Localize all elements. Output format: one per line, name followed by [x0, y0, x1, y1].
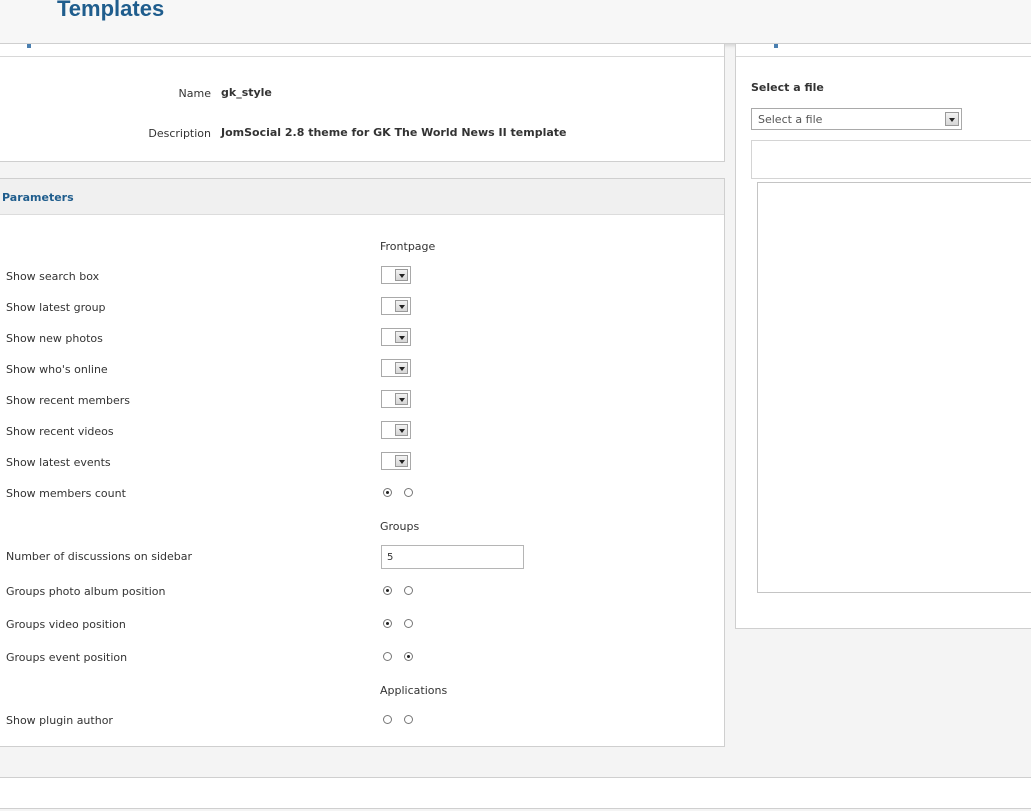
param-label: Show latest group [6, 301, 106, 314]
page-header: Templates [0, 0, 1031, 44]
frontpage-heading: Frontpage [380, 240, 436, 253]
chevron-down-icon [395, 362, 408, 374]
panel-divider [736, 56, 1031, 57]
param-label: Groups video position [6, 618, 126, 631]
chevron-down-icon [395, 393, 408, 405]
param-label: Show search box [6, 270, 100, 283]
parameters-title: Parameters [2, 191, 74, 204]
show-recent-members-select[interactable] [381, 390, 411, 408]
select-file-placeholder: Select a file [758, 113, 823, 126]
param-label: Show new photos [6, 332, 103, 345]
param-label: Show latest events [6, 456, 111, 469]
chevron-down-icon [395, 331, 408, 343]
param-label: Show who's online [6, 363, 108, 376]
show-whos-online-select[interactable] [381, 359, 411, 377]
photo-album-position-option-1-radio[interactable] [383, 586, 392, 595]
show-search-box-select[interactable] [381, 266, 411, 284]
parameters-header: Parameters [0, 179, 724, 215]
name-value: gk_style [221, 86, 272, 99]
select-file-dropdown[interactable]: Select a file [751, 108, 962, 130]
parameters-panel: Parameters Frontpage Show search box Sho… [0, 178, 725, 747]
param-label: Show recent members [6, 394, 131, 407]
param-label: Show recent videos [6, 425, 114, 438]
footer-bar [0, 777, 1031, 809]
param-label: Groups photo album position [6, 585, 166, 598]
panel-legend-marker [27, 44, 31, 48]
show-members-count-yes-radio[interactable] [383, 488, 392, 497]
applications-heading: Applications [380, 684, 448, 697]
editor-toolbar [751, 140, 1031, 179]
file-content-textarea[interactable] [757, 182, 1031, 593]
page-title: Templates [57, 0, 165, 21]
template-details-panel: Name gk_style Description JomSocial 2.8 … [0, 44, 725, 162]
plugin-author-option-1-radio[interactable] [383, 715, 392, 724]
chevron-down-icon [395, 455, 408, 467]
photo-album-position-option-2-radio[interactable] [404, 586, 413, 595]
param-label: Show members count [6, 487, 126, 500]
show-latest-group-select[interactable] [381, 297, 411, 315]
chevron-down-icon [395, 424, 408, 436]
video-position-option-2-radio[interactable] [404, 619, 413, 628]
description-value: JomSocial 2.8 theme for GK The World New… [221, 126, 567, 139]
name-label: Name [178, 87, 211, 100]
groups-heading: Groups [380, 520, 420, 533]
show-recent-videos-select[interactable] [381, 421, 411, 439]
description-label: Description [148, 127, 211, 140]
param-label: Number of discussions on sidebar [6, 550, 193, 563]
show-latest-events-select[interactable] [381, 452, 411, 470]
select-file-label: Select a file [751, 81, 824, 94]
chevron-down-icon [395, 300, 408, 312]
file-editor-panel: Select a file Select a file [735, 44, 1031, 629]
param-label: Show plugin author [6, 714, 113, 727]
discussions-count-input[interactable] [381, 545, 524, 569]
plugin-author-option-2-radio[interactable] [404, 715, 413, 724]
param-label: Groups event position [6, 651, 128, 664]
chevron-down-icon [395, 269, 408, 281]
panel-divider [0, 56, 724, 57]
event-position-option-2-radio[interactable] [404, 652, 413, 661]
show-new-photos-select[interactable] [381, 328, 411, 346]
chevron-down-icon [945, 112, 959, 126]
panel-legend-marker [774, 44, 778, 48]
event-position-option-1-radio[interactable] [383, 652, 392, 661]
show-members-count-no-radio[interactable] [404, 488, 413, 497]
video-position-option-1-radio[interactable] [383, 619, 392, 628]
